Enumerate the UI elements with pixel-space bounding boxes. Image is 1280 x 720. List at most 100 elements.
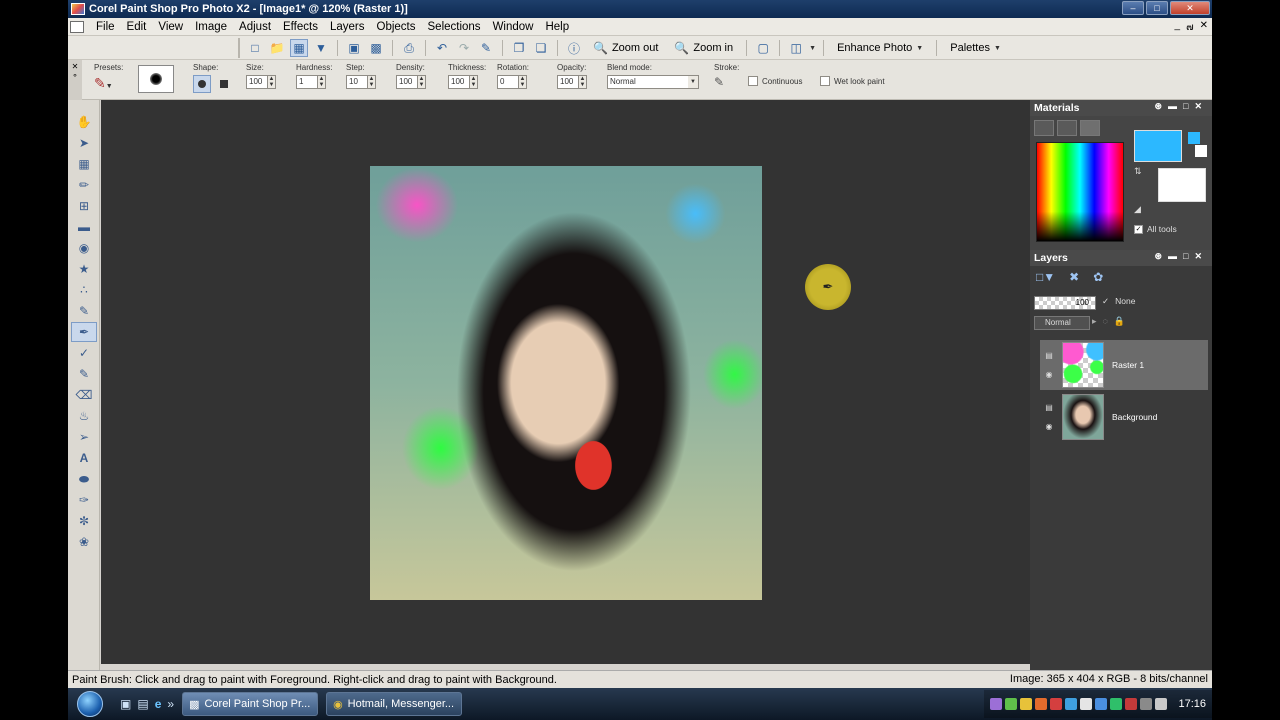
clock[interactable]: 17:16 xyxy=(1178,698,1206,710)
layer-name[interactable]: Raster 1 xyxy=(1112,360,1144,370)
app-icon[interactable] xyxy=(71,3,85,15)
background-swatch[interactable] xyxy=(1158,168,1206,202)
options-handle[interactable]: ✕ ⚬ xyxy=(68,60,82,100)
clone-brush-icon[interactable]: ∴ xyxy=(71,280,97,300)
pen-tool-icon[interactable]: ✑ xyxy=(71,490,97,510)
thickness-input[interactable]: 100 xyxy=(448,75,470,89)
preset-shape-icon[interactable]: ⬬ xyxy=(71,469,97,489)
wet-look-checkbox[interactable] xyxy=(820,76,830,86)
document-icon[interactable] xyxy=(70,20,84,33)
delete-layer-icon[interactable]: ✖ xyxy=(1069,270,1079,284)
foreground-swatch[interactable] xyxy=(1134,130,1182,162)
minimize-button[interactable]: – xyxy=(1122,1,1144,15)
workspace[interactable]: ✒ xyxy=(101,100,1030,664)
tray-app-icon[interactable] xyxy=(1065,698,1078,710)
switch-windows-icon[interactable]: ▤ xyxy=(137,697,148,711)
round-shape-button[interactable] xyxy=(193,75,211,93)
layer-group-icon[interactable]: ▤ xyxy=(1045,403,1053,412)
density-input[interactable]: 100 xyxy=(396,75,418,89)
menu-window[interactable]: Window xyxy=(487,21,540,33)
layer-name[interactable]: Background xyxy=(1112,412,1157,422)
browse-icon[interactable]: ▦ xyxy=(290,39,308,57)
paint-brush-icon[interactable]: ✒ xyxy=(71,322,97,342)
pan-tool-icon[interactable]: ✋ xyxy=(71,112,97,132)
text-tool-icon[interactable]: A xyxy=(71,448,97,468)
layer-lock-icons[interactable]: ▸◌🔒 xyxy=(1092,316,1131,327)
thickness-spinner[interactable]: ▲ ▼ xyxy=(470,75,478,89)
menu-edit[interactable]: Edit xyxy=(121,21,153,33)
selection-tool-icon[interactable]: ▦ xyxy=(71,154,97,174)
open-folder-icon[interactable]: 📁 xyxy=(268,39,286,57)
stroke-icon[interactable]: ✎ xyxy=(714,75,739,89)
opacity-spinner[interactable]: ▲ ▼ xyxy=(579,75,587,89)
menu-help[interactable]: Help xyxy=(539,21,575,33)
opacity-input[interactable]: 100 xyxy=(557,75,579,89)
step-spinner[interactable]: ▲ ▼ xyxy=(368,75,376,89)
menu-adjust[interactable]: Adjust xyxy=(233,21,277,33)
doc-close-button[interactable]: ✕ xyxy=(1200,20,1208,35)
start-button[interactable] xyxy=(68,689,112,719)
menu-effects[interactable]: Effects xyxy=(277,21,324,33)
scan-icon[interactable]: ▼ xyxy=(312,39,330,57)
rotation-input[interactable]: 0 xyxy=(497,75,519,89)
eraser-icon[interactable]: ⌫ xyxy=(71,385,97,405)
layer-row[interactable]: ▤ ◉ Raster 1 xyxy=(1040,340,1208,390)
frame-tab-icon[interactable] xyxy=(1034,120,1054,136)
image-canvas[interactable] xyxy=(370,166,762,600)
panel-controls[interactable]: ⊛▬□✕ xyxy=(1154,101,1208,112)
new-file-icon[interactable]: □ xyxy=(246,39,264,57)
step-input[interactable]: 10 xyxy=(346,75,368,89)
maximize-button[interactable]: □ xyxy=(1146,1,1168,15)
volume-icon[interactable] xyxy=(1155,698,1168,710)
continuous-checkbox[interactable] xyxy=(748,76,758,86)
swatches-tab-icon[interactable] xyxy=(1080,120,1100,136)
red-eye-tool-icon[interactable]: ◉ xyxy=(71,238,97,258)
tray-app-icon[interactable] xyxy=(1005,698,1018,710)
straighten-tool-icon[interactable]: ▬ xyxy=(71,217,97,237)
print-icon[interactable]: ⎙ xyxy=(400,39,418,57)
zoom-in-button[interactable]: 🔍 Zoom in xyxy=(668,39,739,57)
menu-selections[interactable]: Selections xyxy=(422,21,487,33)
tray-app-icon[interactable] xyxy=(1125,698,1138,710)
layer-thumbnail[interactable] xyxy=(1062,394,1104,440)
history-icon[interactable]: ✎ xyxy=(477,39,495,57)
eye-icon[interactable]: ◉ xyxy=(1046,370,1053,379)
eye-icon[interactable]: ◉ xyxy=(1046,422,1053,431)
tray-app-icon[interactable] xyxy=(1050,698,1063,710)
size-input[interactable]: 100 xyxy=(246,75,268,89)
crop-tool-icon[interactable]: ⊞ xyxy=(71,196,97,216)
tray-app-icon[interactable] xyxy=(1020,698,1033,710)
hardness-input[interactable]: 1 xyxy=(296,75,318,89)
doc-minimize-button[interactable]: _ xyxy=(1175,20,1181,35)
color-replacer-icon[interactable]: ➢ xyxy=(71,427,97,447)
doc-restore-button[interactable]: ๗ xyxy=(1186,20,1194,35)
density-spinner[interactable]: ▲ ▼ xyxy=(418,75,426,89)
tray-app-icon[interactable] xyxy=(1035,698,1048,710)
internet-explorer-icon[interactable]: e xyxy=(155,697,162,711)
blend-mode-select[interactable]: Normal ▼ xyxy=(607,75,699,89)
copy-icon[interactable]: ❐ xyxy=(510,39,528,57)
close-button[interactable]: ✕ xyxy=(1170,1,1210,15)
menu-objects[interactable]: Objects xyxy=(371,21,422,33)
brush-preset-icon[interactable]: ✎▼ xyxy=(94,75,123,92)
picture-tube-icon[interactable]: ❀ xyxy=(71,532,97,552)
save-icon[interactable]: ▣ xyxy=(345,39,363,57)
palettes-button[interactable]: Palettes ▼ xyxy=(944,39,1007,57)
enhance-photo-button[interactable]: Enhance Photo ▼ xyxy=(831,39,929,57)
dropper-tool-icon[interactable]: ✏ xyxy=(71,175,97,195)
makeover-tool-icon[interactable]: ★ xyxy=(71,259,97,279)
chevron-down-icon[interactable]: ▼ xyxy=(809,45,816,52)
background-small-swatch[interactable] xyxy=(1195,145,1207,157)
rainbow-tab-icon[interactable] xyxy=(1057,120,1077,136)
network-icon[interactable] xyxy=(1140,698,1153,710)
layer-properties-icon[interactable]: ✿ xyxy=(1093,270,1103,284)
link-icon[interactable]: ✓ xyxy=(1102,296,1109,307)
redo-icon[interactable]: ↷ xyxy=(455,39,473,57)
zoom-out-button[interactable]: 🔍 Zoom out xyxy=(587,39,664,57)
paste-icon[interactable]: ❏ xyxy=(532,39,550,57)
square-shape-button[interactable] xyxy=(215,75,233,93)
taskbar-item-browser[interactable]: ◉ Hotmail, Messenger... xyxy=(326,692,463,716)
menu-layers[interactable]: Layers xyxy=(324,21,371,33)
tray-app-icon[interactable] xyxy=(1080,698,1093,710)
tray-app-icon[interactable] xyxy=(1110,698,1123,710)
